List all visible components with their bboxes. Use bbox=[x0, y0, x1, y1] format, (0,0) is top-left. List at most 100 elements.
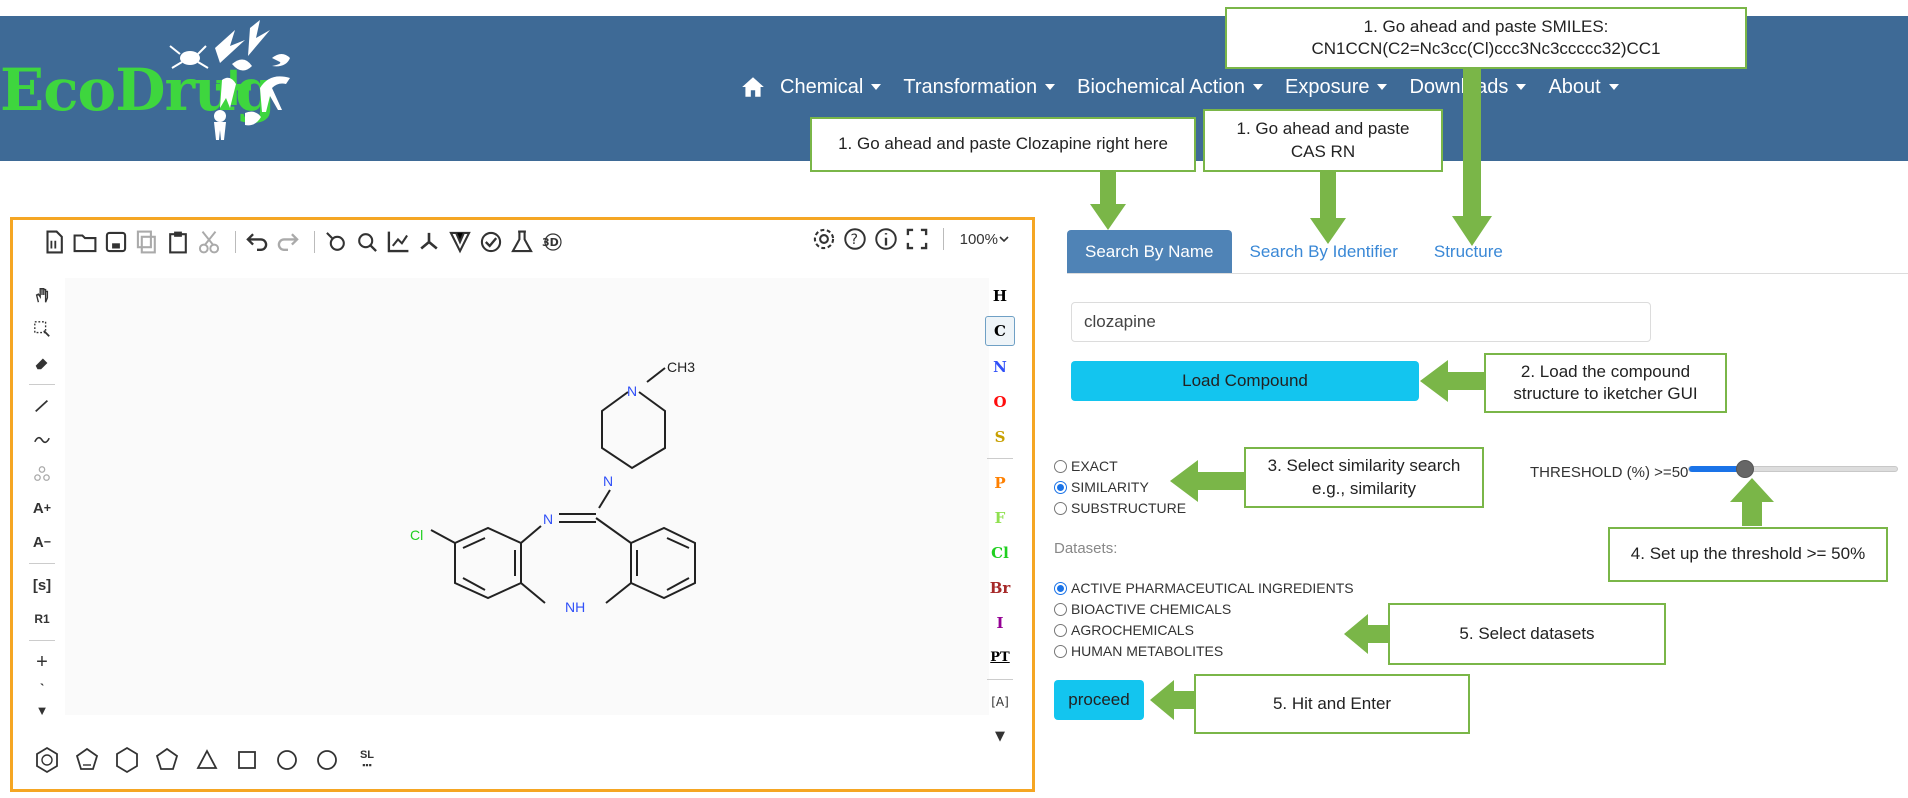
calculate-cip-icon[interactable] bbox=[447, 229, 473, 255]
s-group-bracket-icon[interactable]: [s] bbox=[27, 568, 57, 602]
periodic-table-icon[interactable]: PT bbox=[985, 640, 1015, 675]
info-icon[interactable] bbox=[873, 226, 899, 252]
compound-name-input[interactable] bbox=[1071, 302, 1651, 342]
paste-icon[interactable] bbox=[165, 229, 191, 255]
radio-button[interactable] bbox=[1054, 501, 1067, 515]
cyclopentane-icon[interactable] bbox=[147, 742, 187, 778]
cyclopropane-icon[interactable] bbox=[187, 742, 227, 778]
atom-h[interactable]: H bbox=[985, 278, 1015, 313]
hand-icon[interactable] bbox=[27, 278, 57, 312]
layout-icon[interactable] bbox=[323, 229, 349, 255]
cut-icon[interactable] bbox=[196, 229, 222, 255]
new-file-icon[interactable] bbox=[41, 229, 67, 255]
nav-label: Chemical bbox=[780, 75, 864, 98]
radio-button[interactable] bbox=[1054, 602, 1067, 616]
proceed-button[interactable]: proceed bbox=[1054, 680, 1144, 720]
load-compound-button[interactable]: Load Compound bbox=[1071, 361, 1419, 401]
expand-icon[interactable]: ▼ bbox=[985, 719, 1015, 754]
atom-i[interactable]: I bbox=[985, 605, 1015, 640]
logo-animals-icon bbox=[169, 20, 290, 140]
undo-icon[interactable] bbox=[244, 229, 270, 255]
ketcher-canvas[interactable]: CH3 N N N NH Cl bbox=[65, 278, 989, 715]
cyclobutane-icon[interactable] bbox=[227, 742, 267, 778]
arrow-up-icon bbox=[1730, 478, 1774, 526]
nav-biochemical-action[interactable]: Biochemical Action bbox=[1077, 76, 1263, 99]
toolbar-divider bbox=[942, 228, 944, 250]
nav-label: About bbox=[1548, 75, 1601, 98]
atom-divider bbox=[987, 679, 1013, 680]
home-icon[interactable] bbox=[740, 74, 766, 100]
save-icon[interactable] bbox=[103, 229, 129, 255]
arrow-left-icon bbox=[1344, 614, 1388, 654]
mode-exact-option[interactable]: EXACT bbox=[1054, 458, 1118, 474]
callout-datasets: 5. Select datasets bbox=[1388, 603, 1666, 665]
help-icon[interactable]: ? bbox=[842, 226, 868, 252]
dataset-bioactive-option[interactable]: BIOACTIVE CHEMICALS bbox=[1054, 601, 1231, 617]
expand-icon[interactable]: ▼ bbox=[27, 699, 57, 721]
clean-up-icon[interactable] bbox=[354, 229, 380, 255]
3d-viewer-icon[interactable]: 3D bbox=[540, 229, 566, 255]
cyclopentadiene-icon[interactable] bbox=[67, 742, 107, 778]
arrow-icon[interactable]: ˋ bbox=[27, 679, 57, 699]
redo-icon[interactable] bbox=[275, 229, 301, 255]
open-folder-icon[interactable] bbox=[72, 229, 98, 255]
dataset-human-metabolites-option[interactable]: HUMAN METABOLITES bbox=[1054, 643, 1223, 659]
atom-p[interactable]: P bbox=[985, 465, 1015, 500]
mode-similarity-option[interactable]: SIMILARITY bbox=[1054, 479, 1149, 495]
rgroup-icon[interactable]: R1 bbox=[27, 602, 57, 636]
chain-icon[interactable] bbox=[27, 423, 57, 457]
nav-chemical[interactable]: Chemical bbox=[780, 75, 882, 99]
plus-icon[interactable]: + bbox=[27, 645, 57, 679]
sl-template-icon[interactable]: SL ▪▪▪ bbox=[347, 742, 387, 778]
text-tool-icon[interactable]: [A] bbox=[985, 684, 1015, 719]
atom-br[interactable]: Br bbox=[985, 570, 1015, 605]
dearomatize-icon[interactable] bbox=[416, 229, 442, 255]
dataset-api-option[interactable]: ACTIVE PHARMACEUTICAL INGREDIENTS bbox=[1054, 580, 1354, 596]
tab-divider bbox=[1067, 273, 1908, 274]
copy-icon[interactable] bbox=[134, 229, 160, 255]
tab-search-by-name[interactable]: Search By Name bbox=[1067, 230, 1232, 274]
cycloheptane-icon[interactable] bbox=[267, 742, 307, 778]
caret-down-icon bbox=[1045, 84, 1056, 90]
atom-f[interactable]: F bbox=[985, 500, 1015, 535]
cyclohexane-icon[interactable] bbox=[107, 742, 147, 778]
atom-cl[interactable]: Cl bbox=[985, 535, 1015, 570]
atom-s[interactable]: S bbox=[985, 419, 1015, 454]
nav-exposure[interactable]: Exposure bbox=[1285, 76, 1388, 99]
atom-c[interactable]: C bbox=[985, 316, 1015, 346]
atom-o[interactable]: O bbox=[985, 384, 1015, 419]
radio-button[interactable] bbox=[1054, 581, 1067, 595]
charge-plus-icon[interactable]: A + bbox=[27, 491, 57, 525]
eraser-icon[interactable] bbox=[27, 346, 57, 380]
atom-label: P bbox=[994, 473, 1006, 492]
mode-substructure-option[interactable]: SUBSTRUCTURE bbox=[1054, 500, 1186, 516]
tool-divider bbox=[29, 640, 55, 641]
slider-thumb[interactable] bbox=[1736, 460, 1754, 478]
cyclooctane-icon[interactable] bbox=[307, 742, 347, 778]
radio-button[interactable] bbox=[1054, 480, 1067, 494]
nav-about[interactable]: About bbox=[1548, 75, 1619, 99]
charge-minus-icon[interactable]: A − bbox=[27, 525, 57, 559]
benzene-icon[interactable] bbox=[27, 742, 67, 778]
nav-label: Transformation bbox=[903, 75, 1038, 98]
flask-icon[interactable] bbox=[509, 229, 535, 255]
aromatize-icon[interactable] bbox=[385, 229, 411, 255]
threshold-slider[interactable] bbox=[1688, 460, 1898, 478]
nav-transformation[interactable]: Transformation bbox=[903, 75, 1056, 99]
check-structure-icon[interactable] bbox=[478, 229, 504, 255]
radio-label: EXACT bbox=[1071, 458, 1118, 474]
settings-icon[interactable] bbox=[811, 226, 837, 252]
atom-n[interactable]: N bbox=[985, 349, 1015, 384]
dataset-agrochemicals-option[interactable]: AGROCHEMICALS bbox=[1054, 622, 1194, 638]
clozapine-structure: CH3 N N N NH Cl bbox=[410, 359, 696, 615]
svg-text:?: ? bbox=[850, 232, 858, 248]
radio-button[interactable] bbox=[1054, 623, 1067, 637]
bond-icon[interactable] bbox=[27, 389, 57, 423]
radio-button[interactable] bbox=[1054, 644, 1067, 658]
sgroup-icon[interactable] bbox=[27, 457, 57, 491]
select-icon[interactable] bbox=[27, 312, 57, 346]
radio-button[interactable] bbox=[1054, 459, 1067, 473]
zoom-select[interactable]: 100% bbox=[960, 231, 1010, 248]
fullscreen-icon[interactable] bbox=[904, 226, 930, 252]
callout-load: 2. Load the compound structure to iketch… bbox=[1484, 353, 1727, 413]
